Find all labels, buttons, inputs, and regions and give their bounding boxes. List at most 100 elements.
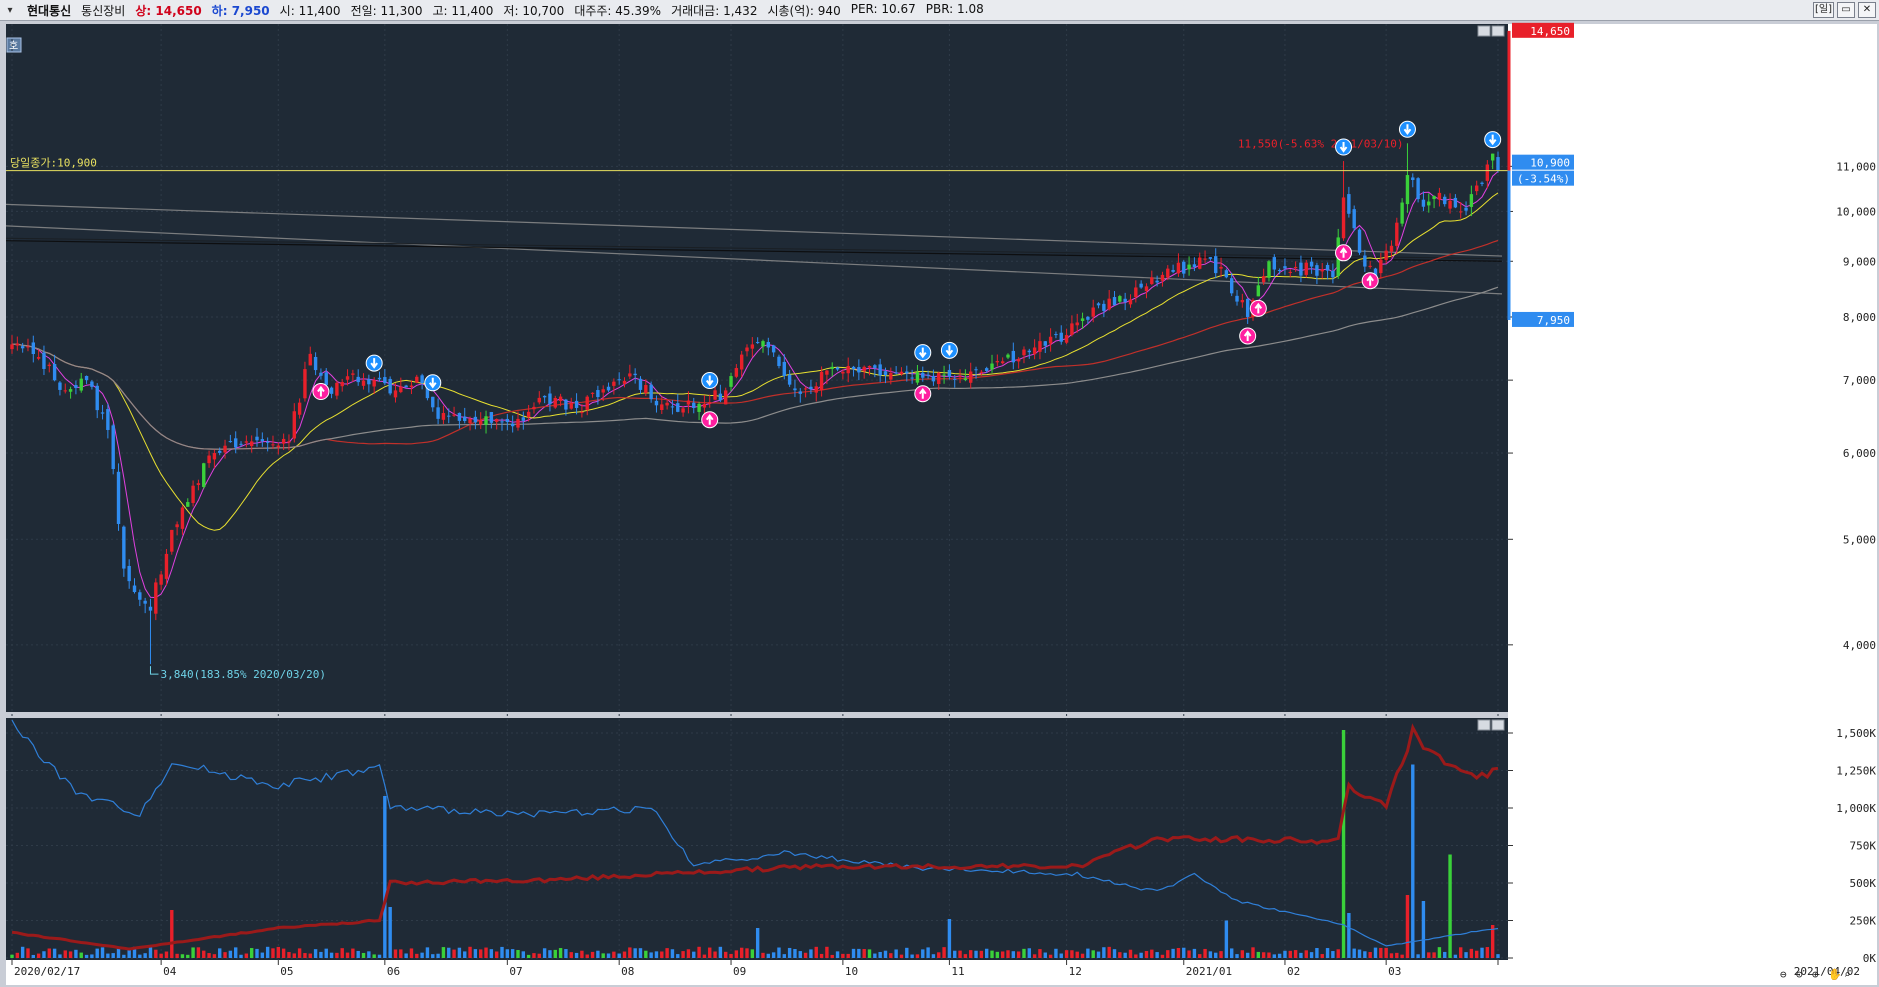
volume-bar: [649, 952, 653, 958]
volume-bar: [1448, 854, 1452, 958]
price-tag-text: 7,950: [1537, 314, 1570, 327]
volume-bar: [910, 954, 914, 958]
buy-signal-icon[interactable]: [1335, 244, 1353, 262]
month-tick-label: 08: [621, 965, 634, 978]
volume-bar: [606, 953, 611, 958]
candle-body: [782, 361, 786, 376]
candle-body: [974, 369, 978, 371]
candle: [388, 376, 392, 396]
sell-signal-icon[interactable]: [365, 354, 383, 372]
volume-bar: [1347, 913, 1351, 958]
candle-body: [1192, 264, 1197, 268]
candle-body: [953, 378, 957, 380]
panel-label[interactable]: 호: [6, 37, 22, 53]
volume-bar: [878, 951, 882, 958]
volume-bar: [1123, 952, 1127, 958]
volume-bar: [452, 949, 456, 958]
buy-signal-icon[interactable]: [1249, 299, 1267, 317]
volume-bar: [1171, 948, 1175, 958]
volume-bar: [1038, 949, 1042, 958]
quote-item: 상: 14,650: [135, 2, 201, 19]
candle-body: [1064, 335, 1069, 343]
volume-bar: [383, 796, 387, 958]
volume-bar: [1235, 954, 1239, 958]
sell-signal-icon[interactable]: [424, 374, 442, 392]
panel-restore-button[interactable]: [1477, 25, 1491, 37]
volume-bar: [457, 947, 462, 958]
volume-bar: [771, 952, 776, 958]
sell-signal-icon[interactable]: [1335, 138, 1353, 156]
volume-bar: [1421, 901, 1426, 958]
chevron-down-icon[interactable]: ▾: [3, 3, 17, 17]
volume-bar: [953, 950, 957, 958]
volume-bar: [431, 954, 435, 958]
sell-signal-icon[interactable]: [1398, 120, 1416, 138]
volume-bar: [564, 949, 568, 958]
period-button[interactable]: [일]: [1812, 2, 1834, 18]
candle-body: [601, 389, 605, 393]
candle-body: [207, 455, 211, 464]
volume-bar: [926, 947, 930, 958]
volume-bar: [1229, 948, 1234, 958]
candle-body: [95, 385, 99, 411]
volume-bar: [718, 946, 723, 958]
volume-bar: [984, 948, 989, 958]
stock-name[interactable]: 현대통신: [27, 2, 71, 19]
candle-body: [1405, 175, 1410, 205]
volume-bar: [111, 953, 115, 958]
sell-signal-icon[interactable]: [1484, 131, 1502, 149]
volume-bar: [63, 950, 67, 958]
sell-signal-icon[interactable]: [914, 344, 932, 362]
volume-bar: [1277, 953, 1282, 958]
volume-bar: [393, 949, 398, 958]
volume-bar: [335, 952, 339, 958]
panel-close-button[interactable]: [1491, 25, 1505, 37]
volume-bar: [761, 952, 765, 958]
maximize-icon[interactable]: ▭: [1837, 2, 1855, 18]
candle-body: [1320, 269, 1324, 272]
volume-bar: [1496, 954, 1500, 958]
stock-chart[interactable]: 호 4,000 5,000 6,000 7,000 8,000 9,000 10,000 11,…: [0, 22, 1879, 987]
candle-body: [793, 388, 797, 391]
candle-body: [1299, 262, 1303, 276]
sell-signal-icon[interactable]: [940, 341, 958, 359]
volume-bar: [399, 949, 403, 958]
candle-body: [809, 386, 813, 390]
candle-body: [558, 396, 563, 402]
candle-body: [1389, 245, 1394, 252]
volume-bar: [532, 953, 536, 958]
buy-signal-icon[interactable]: [1239, 327, 1257, 345]
sell-signal-icon[interactable]: [701, 372, 719, 390]
candle-body: [260, 439, 265, 442]
month-tick-label: 03: [1388, 965, 1401, 978]
volume-bar: [1283, 950, 1287, 958]
volume-bar: [1373, 947, 1378, 958]
volume-tick-label: 500K: [1850, 877, 1877, 890]
buy-signal-icon[interactable]: [701, 411, 719, 429]
buy-signal-icon[interactable]: [312, 383, 330, 401]
candle-body: [729, 376, 733, 387]
volume-bar: [1400, 954, 1404, 958]
candle-body: [739, 354, 744, 370]
candle-body: [1416, 178, 1420, 200]
month-tick-label: 06: [387, 965, 400, 978]
volume-bar: [409, 948, 414, 958]
panel-restore-button[interactable]: [1477, 719, 1491, 731]
candle-body: [1379, 259, 1383, 274]
volume-bar: [1304, 950, 1308, 958]
volume-bar: [660, 951, 664, 958]
close-icon[interactable]: ✕: [1858, 2, 1876, 18]
volume-bar: [937, 952, 941, 958]
panel-close-button[interactable]: [1491, 719, 1505, 731]
candle-body: [441, 413, 446, 420]
quote-value: 11,400: [447, 3, 494, 18]
buy-signal-icon[interactable]: [1361, 272, 1379, 290]
candle-body: [1288, 271, 1292, 273]
candle-body: [484, 416, 488, 425]
candle-body: [1432, 196, 1436, 200]
scroll-control-icon: ⊕: [1812, 968, 1819, 981]
buy-signal-icon[interactable]: [914, 385, 932, 403]
quote-value: 7,950: [227, 3, 270, 18]
volume-bar: [1059, 953, 1063, 958]
candle-body: [963, 378, 968, 381]
